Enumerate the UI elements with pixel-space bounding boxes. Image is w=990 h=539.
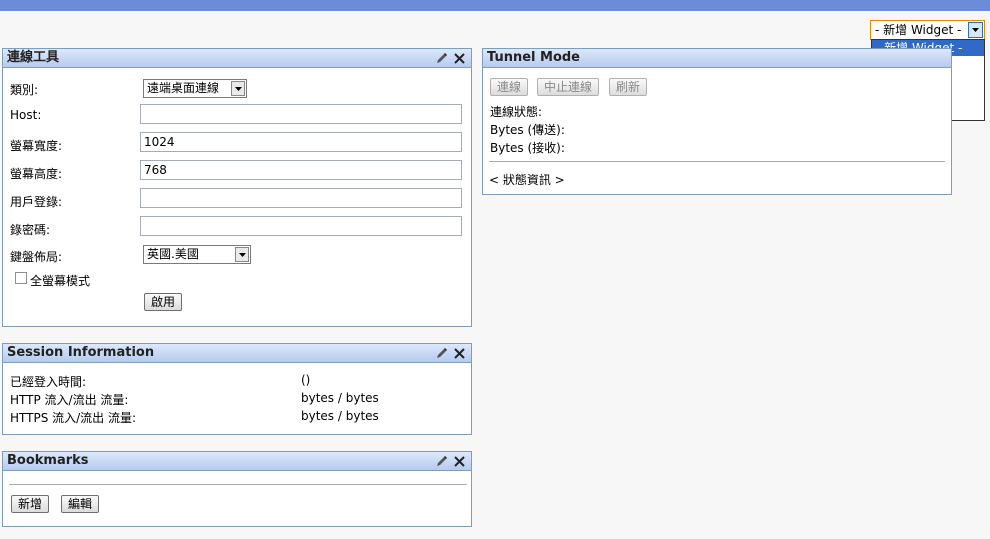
host-label: Host: — [10, 108, 42, 122]
panel-title: Tunnel Mode — [487, 50, 580, 65]
status-info-text: < 狀態資訊 > — [489, 173, 565, 187]
panel-title: Session Information — [7, 345, 155, 360]
panel-header: Tunnel Mode — [483, 49, 951, 68]
chevron-down-icon — [231, 81, 245, 96]
close-icon[interactable] — [454, 347, 465, 359]
panel-header: 連線工具 — [3, 49, 471, 68]
connect-button[interactable]: 連線 — [490, 78, 529, 96]
edit-pencil-icon[interactable] — [436, 455, 448, 467]
bytes-sent-label: Bytes (傳送): — [490, 123, 565, 137]
disconnect-button[interactable]: 中止連線 — [537, 78, 600, 96]
screen-width-input[interactable]: 1024 — [140, 132, 462, 152]
screen-height-input[interactable]: 768 — [140, 160, 462, 180]
login-time-label: 已經登入時間: — [10, 375, 87, 389]
password-label: 錄密碼: — [10, 223, 51, 237]
connection-type-select[interactable]: 遠端桌面連線 — [143, 79, 247, 98]
screen-height-label: 螢幕高度: — [10, 167, 63, 181]
login-time-value: () — [301, 373, 311, 387]
screen-width-label: 螢幕寬度: — [10, 139, 63, 153]
tunnel-mode-panel: Tunnel Mode 連線 中止連線 刷新 連線狀態: Bytes (傳送):… — [482, 48, 952, 195]
https-traffic-value: bytes / bytes — [301, 409, 379, 423]
keyboard-layout-value: 英國.美國 — [147, 247, 199, 261]
chevron-down-icon[interactable] — [968, 22, 983, 38]
password-input[interactable] — [140, 216, 462, 236]
keyboard-layout-select[interactable]: 英國.美國 — [143, 245, 251, 264]
connection-status-label: 連線狀態: — [490, 105, 543, 119]
add-widget-select-value: - 新增 Widget - — [875, 23, 962, 37]
add-widget-select[interactable]: - 新增 Widget - — [870, 20, 985, 40]
panel-header: Session Information — [3, 344, 471, 363]
connection-type-value: 遠端桌面連線 — [147, 81, 220, 95]
connection-tool-panel: 連線工具 類別: 遠端桌面連線 Host: 螢幕寬度: 1024 螢幕高度: 7… — [2, 48, 472, 327]
fullscreen-checkbox[interactable] — [15, 272, 27, 284]
panel-title: Bookmarks — [7, 453, 89, 468]
http-traffic-label: HTTP 流入/流出 流量: — [10, 393, 129, 407]
panel-title: 連線工具 — [7, 50, 60, 65]
https-traffic-label: HTTPS 流入/流出 流量: — [10, 411, 137, 425]
keyboard-layout-label: 鍵盤佈局: — [10, 250, 63, 264]
close-icon[interactable] — [454, 455, 465, 467]
add-bookmark-button[interactable]: 新增 — [11, 495, 50, 513]
chevron-down-icon — [235, 247, 249, 262]
edit-pencil-icon[interactable] — [436, 52, 448, 64]
http-traffic-value: bytes / bytes — [301, 391, 379, 405]
session-info-panel: Session Information 已經登入時間: () HTTP 流入/流… — [2, 343, 472, 435]
close-icon[interactable] — [454, 52, 465, 64]
start-button[interactable]: 啟用 — [144, 293, 183, 311]
panel-header: Bookmarks — [3, 452, 471, 471]
username-label: 用戶登錄: — [10, 195, 63, 209]
bytes-received-label: Bytes (接收): — [490, 141, 565, 155]
username-input[interactable] — [140, 188, 462, 208]
top-bar — [0, 0, 990, 11]
host-input[interactable] — [140, 104, 462, 124]
fullscreen-label: 全螢幕模式 — [30, 274, 91, 288]
type-label: 類別: — [10, 83, 39, 97]
refresh-button[interactable]: 刷新 — [609, 78, 648, 96]
edit-pencil-icon[interactable] — [436, 347, 448, 359]
edit-bookmark-button[interactable]: 編輯 — [61, 495, 100, 513]
divider — [489, 161, 945, 162]
bookmarks-panel: Bookmarks 新增 編輯 — [2, 451, 472, 527]
divider — [9, 484, 467, 485]
